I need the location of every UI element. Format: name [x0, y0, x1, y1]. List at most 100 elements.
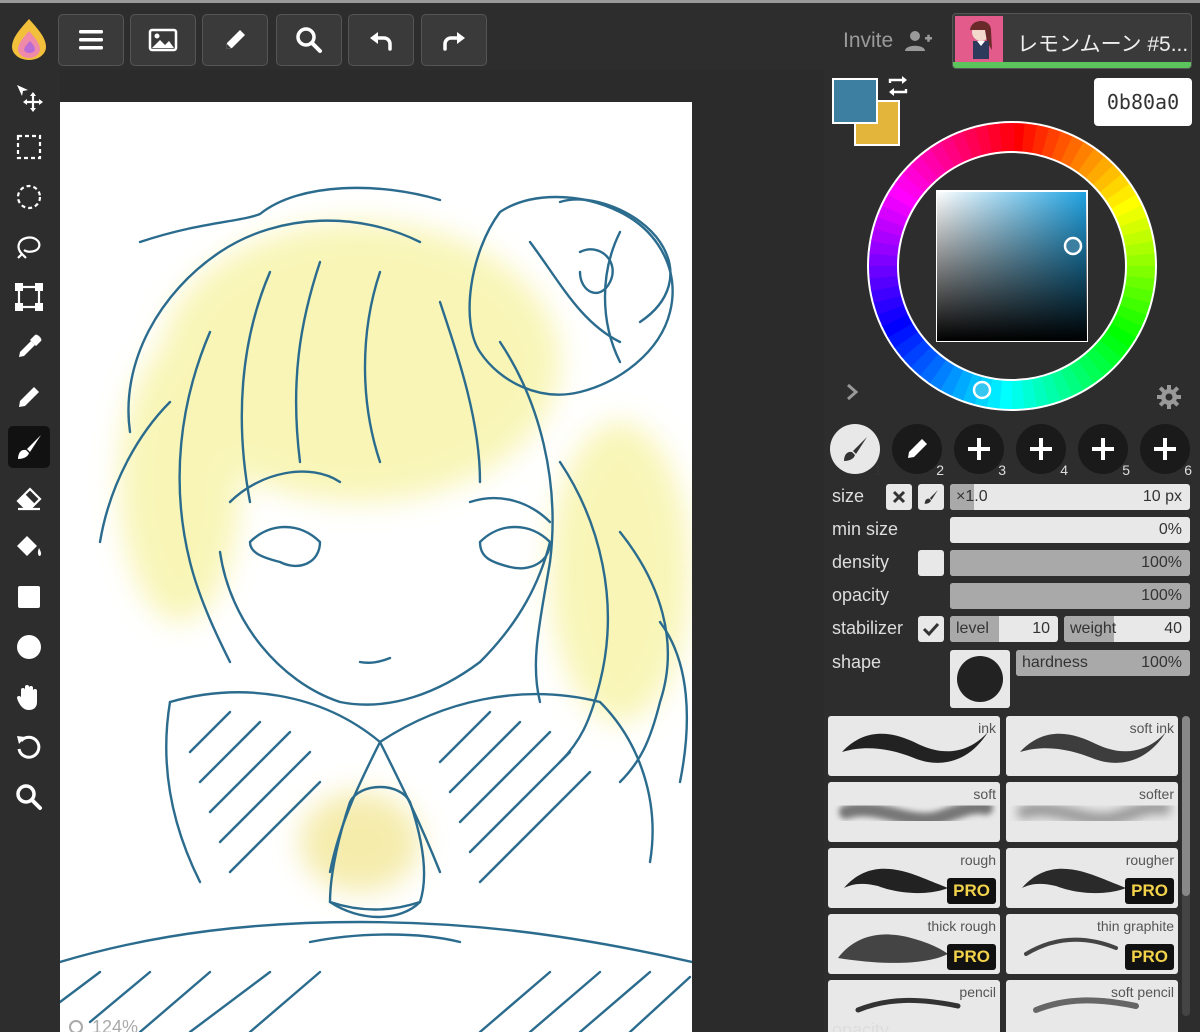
preset-rough[interactable]: rough PRO [828, 848, 1000, 908]
pencil-tool[interactable] [8, 376, 50, 418]
swap-colors-icon[interactable] [886, 75, 910, 97]
brush-tool[interactable] [8, 426, 50, 468]
eyedropper-tool[interactable] [8, 326, 50, 368]
fill-tool[interactable] [8, 526, 50, 568]
chevron-right-icon[interactable] [844, 382, 860, 402]
ellipse-select-icon [16, 184, 42, 210]
preset-name: pencil [959, 984, 996, 1000]
undo-button[interactable] [348, 14, 414, 66]
color-wheel[interactable] [864, 118, 1160, 414]
min-size-label: min size [832, 519, 899, 539]
preset-ink[interactable]: ink [828, 716, 1000, 776]
invite-button[interactable]: Invite [843, 29, 933, 53]
stabilizer-checkbox[interactable] [918, 616, 944, 642]
lasso-tool[interactable] [8, 226, 50, 268]
brush-slot-2[interactable]: 2 [892, 424, 944, 478]
stabilizer-weight-slider[interactable]: weight 40 [1064, 616, 1190, 642]
min-size-slider[interactable]: 0% [950, 517, 1190, 543]
preset-thick-rough[interactable]: thick rough PRO [828, 914, 1000, 974]
hand-tool[interactable] [8, 676, 50, 718]
min-size-value: 0% [1158, 521, 1182, 538]
image-button[interactable] [130, 14, 196, 66]
add-user-icon [905, 31, 933, 51]
draw-button[interactable] [202, 14, 268, 66]
brush-slot-5[interactable]: 5 [1078, 424, 1130, 478]
menu-icon [79, 30, 103, 50]
brush-slot-4[interactable]: 4 [1016, 424, 1068, 478]
avatar [955, 16, 1003, 64]
redo-button[interactable] [421, 14, 487, 66]
hardness-value: 100% [1141, 654, 1182, 671]
density-slider[interactable]: 100% [950, 550, 1190, 576]
preset-soft-ink[interactable]: soft ink [1006, 716, 1178, 776]
rect-select-tool[interactable] [8, 126, 50, 168]
pencil-icon [19, 387, 39, 407]
user-badge[interactable]: レモンムーン #5... [952, 13, 1192, 69]
plus-icon [1154, 438, 1176, 460]
pro-badge: PRO [1125, 944, 1174, 970]
size-slider[interactable]: ×1.0 10 px [950, 484, 1190, 510]
preset-name: thin graphite [1096, 918, 1174, 934]
rectangle-tool[interactable] [8, 576, 50, 618]
eraser-tool[interactable] [8, 476, 50, 518]
menu-button[interactable] [58, 14, 124, 66]
stabilizer-level-slider[interactable]: level 10 [950, 616, 1058, 642]
brush-slot-6[interactable]: 6 [1140, 424, 1192, 478]
brush-icon [18, 435, 41, 459]
zoom-label: 124% [92, 1017, 139, 1032]
invite-label: Invite [843, 29, 894, 52]
drawing-canvas[interactable] [60, 102, 692, 1032]
brush-slot-number: 3 [998, 462, 1006, 478]
preset-name: rough [960, 852, 996, 868]
presets-scrollbar[interactable] [1182, 716, 1190, 1016]
move-tool[interactable] [8, 76, 50, 118]
brush-slot-3[interactable]: 3 [954, 424, 1006, 478]
brush-icon [924, 490, 938, 504]
zoom-icon [16, 784, 42, 810]
ellipse-select-tool[interactable] [8, 176, 50, 218]
right-panel: 0b80a0 1 2 3 4 5 6 size ×1.0 10 px min s… [824, 70, 1200, 1032]
brush-shape-preview[interactable] [950, 650, 1010, 708]
hardness-slider[interactable]: hardness 100% [1016, 650, 1190, 676]
size-reset-button[interactable] [886, 484, 912, 510]
level-value: 10 [1032, 620, 1050, 637]
zoom-indicator-icon [69, 1019, 83, 1032]
density-value: 100% [1141, 554, 1182, 571]
preset-name: soft ink [1129, 720, 1174, 736]
search-button[interactable] [276, 14, 342, 66]
opacity-label: opacity [832, 585, 890, 605]
preset-name: ink [978, 720, 996, 736]
opacity-slider[interactable]: 100% [950, 583, 1190, 609]
stabilizer-label: stabilizer [832, 618, 904, 638]
ellipse-tool[interactable] [8, 626, 50, 668]
presets-scroll-thumb[interactable] [1182, 716, 1190, 896]
brush-slot-number: 5 [1122, 462, 1130, 478]
preset-softer[interactable]: softer [1006, 782, 1178, 842]
preset-name: rougher [1125, 852, 1174, 868]
preset-soft[interactable]: soft [828, 782, 1000, 842]
rotate-tool[interactable] [8, 726, 50, 768]
eraser-icon [16, 487, 42, 511]
user-status-bar [953, 62, 1191, 68]
preset-rougher[interactable]: rougher PRO [1006, 848, 1178, 908]
image-icon [148, 28, 178, 52]
brush-slot-1[interactable]: 1 [830, 424, 882, 478]
lasso-icon [17, 236, 41, 259]
app-logo-icon [12, 19, 46, 60]
transform-tool[interactable] [8, 276, 50, 318]
plus-icon [968, 438, 990, 460]
brush-icon [844, 437, 867, 461]
gear-icon[interactable] [1156, 384, 1182, 410]
preset-name: thick rough [927, 918, 996, 934]
rect-select-icon [16, 134, 42, 160]
size-pressure-button[interactable] [918, 484, 944, 510]
preset-soft-pencil[interactable]: soft pencil [1006, 980, 1178, 1032]
preset-thin-graphite[interactable]: thin graphite PRO [1006, 914, 1178, 974]
hue-handle [972, 380, 992, 400]
hardness-label: hardness [1022, 654, 1088, 671]
density-pressure-button[interactable] [918, 550, 944, 576]
size-label: size [832, 486, 865, 506]
zoom-tool[interactable] [8, 776, 50, 818]
density-label: density [832, 552, 890, 572]
redo-icon [443, 32, 465, 51]
